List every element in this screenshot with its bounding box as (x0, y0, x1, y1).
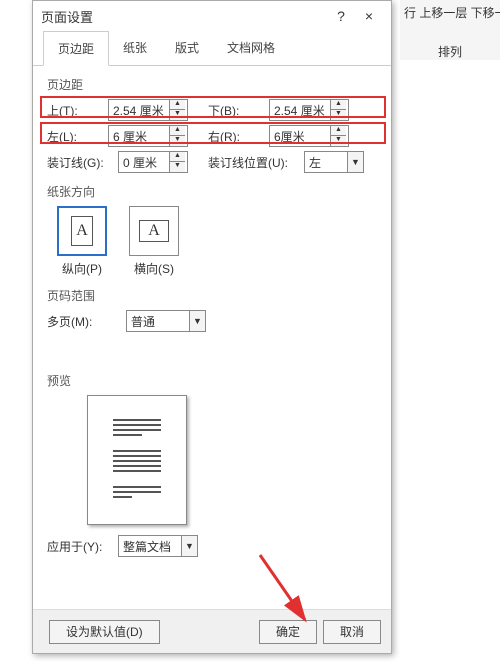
preview-page (87, 395, 187, 525)
gutter-pos-value: 左 (305, 154, 347, 171)
section-preview: 预览 (47, 372, 377, 389)
section-margins: 页边距 (47, 76, 377, 93)
multi-select[interactable]: 普通▼ (126, 310, 206, 332)
multi-label: 多页(M): (47, 313, 102, 330)
top-spinner[interactable]: ▲▼ (108, 99, 188, 121)
gutter-spinner[interactable]: ▲▼ (118, 151, 188, 173)
tab-layout[interactable]: 版式 (161, 31, 213, 65)
dialog-title: 页面设置 (41, 7, 327, 26)
help-button[interactable]: ? (327, 4, 355, 28)
top-input[interactable] (109, 100, 169, 120)
gutter-pos-label: 装订线位置(U): (208, 154, 298, 171)
tabs: 页边距 纸张 版式 文档网格 (33, 31, 391, 66)
section-range: 页码范围 (47, 287, 377, 304)
multi-value: 普通 (127, 313, 189, 330)
tab-grid[interactable]: 文档网格 (213, 31, 289, 65)
tab-paper[interactable]: 纸张 (109, 31, 161, 65)
gutter-input[interactable] (119, 152, 169, 172)
portrait-label: 纵向(P) (57, 260, 107, 277)
orientation-landscape[interactable]: A 横向(S) (129, 206, 179, 277)
section-orientation: 纸张方向 (47, 183, 377, 200)
bottom-input[interactable] (270, 100, 330, 120)
ok-button[interactable]: 确定 (259, 620, 317, 644)
ribbon-text-2: 排列 (404, 43, 496, 60)
right-spinner[interactable]: ▲▼ (269, 125, 349, 147)
right-input[interactable] (270, 126, 330, 146)
apply-select[interactable]: 整篇文档▼ (118, 535, 198, 557)
right-label: 右(R): (208, 128, 263, 145)
left-input[interactable] (109, 126, 169, 146)
bottom-spinner[interactable]: ▲▼ (269, 99, 349, 121)
titlebar: 页面设置 ? × (33, 1, 391, 31)
ribbon-text-1: 行 上移一层 下移一层 (404, 4, 496, 21)
bottom-label: 下(B): (208, 102, 263, 119)
page-setup-dialog: 页面设置 ? × 页边距 纸张 版式 文档网格 页边距 上(T): ▲▼ 下(B… (32, 0, 392, 654)
cancel-button[interactable]: 取消 (323, 620, 381, 644)
top-label: 上(T): (47, 102, 102, 119)
close-button[interactable]: × (355, 4, 383, 28)
tab-margins[interactable]: 页边距 (43, 31, 109, 66)
landscape-label: 横向(S) (129, 260, 179, 277)
apply-label: 应用于(Y): (47, 538, 112, 555)
apply-value: 整篇文档 (119, 538, 181, 555)
orientation-portrait[interactable]: A 纵向(P) (57, 206, 107, 277)
gutter-label: 装订线(G): (47, 154, 112, 171)
left-label: 左(L): (47, 128, 102, 145)
left-spinner[interactable]: ▲▼ (108, 125, 188, 147)
gutter-pos-select[interactable]: 左▼ (304, 151, 364, 173)
default-button[interactable]: 设为默认值(D) (49, 620, 160, 644)
